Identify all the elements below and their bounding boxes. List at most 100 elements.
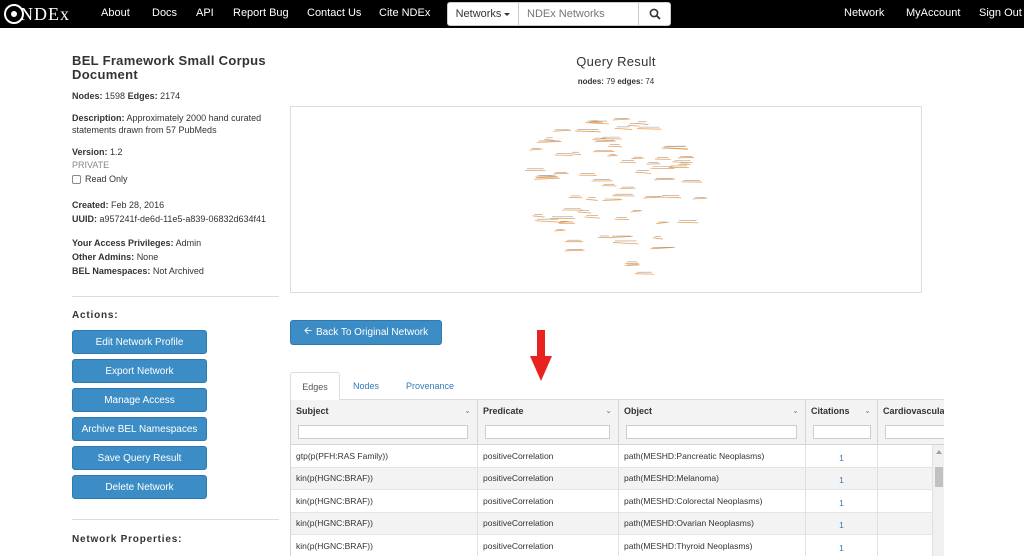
cardiovascular-cell <box>878 490 933 512</box>
graph-edge <box>584 216 601 219</box>
tab-edges[interactable]: Edges <box>290 372 340 401</box>
version-value: 1.2 <box>110 147 123 157</box>
edit-network-profile-button[interactable]: Edit Network Profile <box>72 330 207 354</box>
graph-edge <box>544 138 555 141</box>
read-only-label: Read Only <box>85 174 128 184</box>
graph-edge <box>652 237 663 240</box>
scrollbar-thumb[interactable] <box>935 467 943 487</box>
graph-edge <box>635 122 649 125</box>
query-result-counts: nodes: 79 edges: 74 <box>540 77 692 86</box>
back-to-original-network-button[interactable]: 🡨 Back To Original Network <box>290 320 442 345</box>
object-cell: path(MESHD:Melanoma) <box>619 467 806 489</box>
nav-link-my-account[interactable]: MyAccount <box>906 7 960 19</box>
object-filter-input[interactable] <box>626 425 797 439</box>
graph-edge <box>607 154 618 157</box>
search-button[interactable] <box>639 2 671 26</box>
citations-link[interactable]: 1 <box>806 490 878 512</box>
graph-edge <box>677 221 699 224</box>
read-only-checkbox[interactable]: Read Only <box>72 174 280 184</box>
column-header-subject[interactable]: Subject ⌄ <box>291 400 478 445</box>
nav-link-cite-ndex[interactable]: Cite NDEx <box>379 7 430 19</box>
network-graph-canvas[interactable] <box>290 106 922 293</box>
edges-count: 2174 <box>160 91 181 101</box>
citations-filter-input[interactable] <box>813 425 871 439</box>
citations-link[interactable]: 1 <box>806 467 878 489</box>
scroll-up-icon[interactable] <box>936 450 942 454</box>
column-header-cardiovascular[interactable]: Cardiovascula <box>878 400 944 445</box>
visibility-badge: PRIVATE <box>72 160 110 170</box>
predicate-cell: positiveCorrelation <box>478 467 619 489</box>
search-input[interactable] <box>519 2 639 26</box>
column-header-predicate[interactable]: Predicate ⌄ <box>478 400 619 445</box>
tab-nodes[interactable]: Nodes <box>346 372 386 400</box>
citations-link[interactable]: 1 <box>806 512 878 534</box>
save-query-result-button[interactable]: Save Query Result <box>72 446 207 470</box>
created-label: Created: <box>72 200 109 210</box>
archive-bel-namespaces-button[interactable]: Archive BEL Namespaces <box>72 417 207 441</box>
edges-label: Edges: <box>127 91 158 101</box>
chevron-down-icon[interactable]: ⌄ <box>792 406 799 415</box>
subject-cell: kin(p(HGNC:BRAF)) <box>291 512 478 534</box>
tab-provenance[interactable]: Provenance <box>398 372 462 400</box>
divider <box>72 519 279 520</box>
other-admins: Other Admins: None <box>72 251 280 263</box>
nav-link-contact-us[interactable]: Contact Us <box>307 7 361 19</box>
table-row[interactable]: gtp(p(PFH:RAS Family)) positiveCorrelatio… <box>291 445 933 468</box>
nav-link-api[interactable]: API <box>196 7 214 19</box>
subject-cell: kin(p(HGNC:BRAF)) <box>291 467 478 489</box>
column-label: Predicate <box>483 406 524 416</box>
predicate-filter-input[interactable] <box>485 425 610 439</box>
citations-link[interactable]: 1 <box>806 535 878 556</box>
graph-edge <box>532 215 545 218</box>
search-scope-dropdown[interactable]: Networks <box>447 2 519 26</box>
table-row[interactable]: kin(p(HGNC:BRAF)) positiveCorrelation path… <box>291 512 933 535</box>
predicate-cell: positiveCorrelation <box>478 490 619 512</box>
column-header-citations[interactable]: Citations ⌄ <box>806 400 878 445</box>
graph-edge <box>636 128 662 130</box>
chevron-down-icon[interactable]: ⌄ <box>864 406 871 415</box>
network-properties-title: Network Properties: <box>72 534 183 545</box>
query-edges-label: edges: <box>617 77 644 86</box>
export-network-button[interactable]: Export Network <box>72 359 207 383</box>
citations-link[interactable]: 1 <box>806 445 878 467</box>
query-edges-count: 74 <box>645 77 655 86</box>
vertical-scrollbar[interactable] <box>933 445 944 556</box>
nav-link-about[interactable]: About <box>101 7 130 19</box>
object-cell: path(MESHD:Thyroid Neoplasms) <box>619 535 806 556</box>
object-cell: path(MESHD:Colorectal Neoplasms) <box>619 490 806 512</box>
nav-link-network[interactable]: Network <box>844 7 884 19</box>
column-label: Citations <box>811 406 850 416</box>
nav-link-docs[interactable]: Docs <box>152 7 177 19</box>
search-bar: Networks <box>447 2 671 26</box>
graph-edge <box>612 118 631 121</box>
column-header-object[interactable]: Object ⌄ <box>619 400 806 445</box>
nav-link-report-bug[interactable]: Report Bug <box>233 7 289 19</box>
column-label: Object <box>624 406 653 416</box>
query-nodes-label: nodes: <box>577 77 604 86</box>
graph-edge <box>602 199 623 201</box>
table-row[interactable]: kin(p(HGNC:BRAF)) positiveCorrelation path… <box>291 467 933 490</box>
table-row[interactable]: kin(p(HGNC:BRAF)) positiveCorrelation path… <box>291 535 933 556</box>
cardiovascular-cell <box>878 512 933 534</box>
graph-edge <box>564 249 585 252</box>
subject-filter-input[interactable] <box>298 425 468 439</box>
cardiovascular-filter-input[interactable] <box>885 425 944 439</box>
graph-edge <box>575 130 601 133</box>
table-row[interactable]: kin(p(HGNC:BRAF)) positiveCorrelation path… <box>291 490 933 513</box>
delete-network-button[interactable]: Delete Network <box>72 475 207 499</box>
chevron-down-icon[interactable]: ⌄ <box>605 406 612 415</box>
namespaces-label: BEL Namespaces: <box>72 266 151 276</box>
chevron-down-icon[interactable]: ⌄ <box>464 406 471 415</box>
ndex-logo[interactable]: NDEx <box>4 2 70 26</box>
other-admins-value: None <box>136 252 159 262</box>
created-date: Created: Feb 28, 2016 <box>72 199 280 211</box>
column-label: Subject <box>296 406 329 416</box>
nav-link-sign-out[interactable]: Sign Out <box>979 7 1022 19</box>
network-description: Description: Approximately 2000 hand cur… <box>72 112 272 136</box>
graph-edge <box>529 148 543 151</box>
predicate-cell: positiveCorrelation <box>478 512 619 534</box>
manage-access-button[interactable]: Manage Access <box>72 388 207 412</box>
graph-edge <box>554 154 573 156</box>
network-counts: Nodes: 1598 Edges: 2174 <box>72 90 280 102</box>
nodes-count: 1598 <box>105 91 126 101</box>
